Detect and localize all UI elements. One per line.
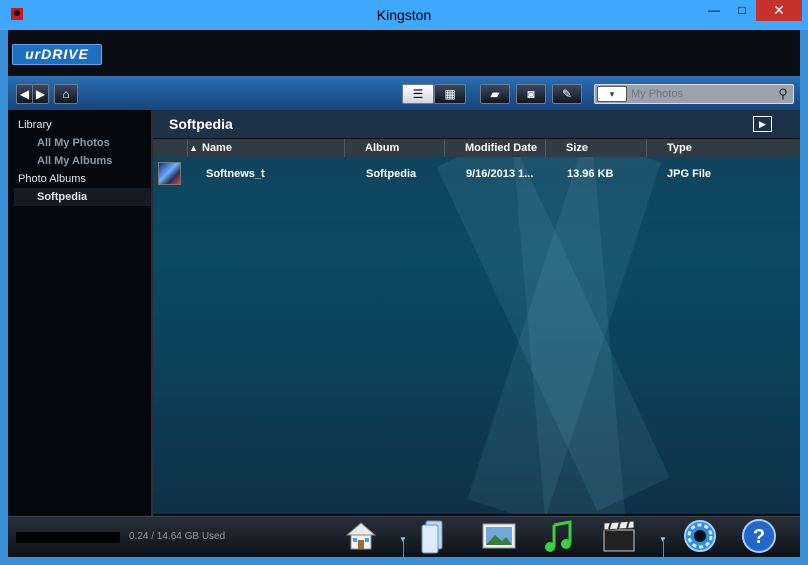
search-input[interactable] — [631, 85, 771, 103]
maximize-button[interactable]: □ — [728, 0, 756, 21]
app-window: urDRIVE ◀ ▶ ⌂ ☰ ▦ ▰ ◙ ✎ ▾ ⚲ Library All … — [8, 30, 800, 557]
column-header-type[interactable]: Type — [646, 139, 800, 157]
svg-text:?: ? — [753, 526, 765, 548]
new-folder-button[interactable]: ▰ — [480, 84, 510, 104]
table-header: ▲ Name Album Modified Date Size Type — [153, 139, 800, 157]
column-header-name[interactable]: Name — [187, 139, 357, 157]
sidebar-section-photo-albums: Photo Albums — [18, 173, 86, 185]
file-list-panel: Softpedia ▶ ▲ Name Album Modified Date S… — [153, 110, 800, 514]
dock-separator — [403, 539, 404, 557]
search-type-dropdown[interactable]: ▾ — [597, 86, 627, 102]
window-frame-bottom — [0, 557, 808, 565]
cell-name: Softnews_t — [206, 168, 265, 180]
back-button[interactable]: ◀ — [16, 84, 33, 104]
add-photo-button[interactable]: ◙ — [516, 84, 546, 104]
bottom-dock: 0.24 / 14.64 GB Used ▼ — [8, 516, 800, 557]
logo-text: urDRIVE — [25, 46, 89, 62]
sidebar-item-softpedia[interactable]: Softpedia — [14, 188, 151, 206]
page-title: Softpedia — [169, 116, 233, 132]
cell-modified-date: 9/16/2013 1... — [466, 168, 534, 180]
photo-thumbnail[interactable] — [158, 162, 181, 185]
files-icon[interactable] — [414, 517, 452, 555]
storage-usage-bar — [16, 532, 120, 543]
close-button[interactable]: ✕ — [756, 0, 802, 21]
sidebar-item-all-my-photos[interactable]: All My Photos — [37, 134, 110, 152]
help-icon[interactable]: ? — [740, 517, 778, 555]
urdrive-logo: urDRIVE — [12, 44, 102, 65]
photos-icon[interactable] — [480, 517, 518, 555]
slideshow-play-button[interactable]: ▶ — [753, 116, 772, 132]
minimize-button[interactable]: — — [700, 0, 728, 21]
table-row[interactable]: Softnews_t Softpedia 9/16/2013 1... 13.9… — [153, 159, 800, 189]
home-button[interactable]: ⌂ — [54, 84, 78, 104]
storage-usage-text: 0.24 / 14.64 GB Used — [129, 531, 226, 542]
search-icon[interactable]: ⚲ — [775, 86, 791, 102]
toolbar: ◀ ▶ ⌂ ☰ ▦ ▰ ◙ ✎ ▾ ⚲ — [8, 76, 800, 110]
window-frame-right — [800, 30, 808, 565]
sidebar-section-library: Library — [18, 119, 52, 131]
window-frame-left — [0, 30, 8, 565]
dock-separator — [663, 539, 664, 557]
cell-album: Softpedia — [366, 168, 417, 180]
list-view-button[interactable]: ☰ — [402, 84, 434, 104]
grid-view-button[interactable]: ▦ — [434, 84, 466, 104]
video-clapperboard-icon[interactable] — [600, 517, 638, 555]
sidebar-item-all-my-albums[interactable]: All My Albums — [37, 152, 112, 170]
forward-button[interactable]: ▶ — [32, 84, 49, 104]
music-icon[interactable] — [540, 517, 578, 555]
cell-size: 13.96 KB — [567, 168, 614, 180]
gear-icon[interactable] — [681, 517, 719, 555]
sidebar-item-label: Softpedia — [37, 191, 88, 203]
sidebar: Library All My Photos All My Albums Phot… — [8, 110, 153, 516]
search-box: ▾ ⚲ — [594, 84, 794, 104]
home-icon[interactable] — [342, 517, 380, 555]
panel-header: Softpedia ▶ — [153, 110, 800, 139]
edit-button[interactable]: ✎ — [552, 84, 582, 104]
window-title: Kingston — [376, 7, 432, 23]
cell-type: JPG File — [667, 168, 712, 180]
